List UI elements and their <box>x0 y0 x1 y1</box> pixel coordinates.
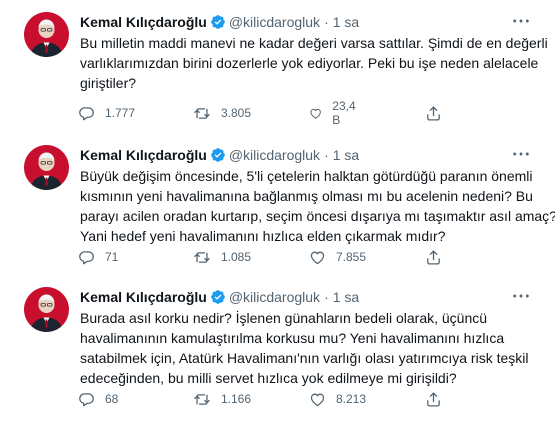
author-handle[interactable]: @kilicdarogluk <box>229 146 320 164</box>
share-icon <box>425 249 442 266</box>
retweet-icon <box>193 105 211 122</box>
tweet-header: Kemal Kılıçdaroğlu @kilicdarogluk · 1 sa <box>80 146 359 164</box>
avatar[interactable] <box>24 287 69 332</box>
tweet-text-line: havalimanının kamulaştırılma korkusu mu?… <box>80 330 505 346</box>
more-icon[interactable] <box>511 145 531 163</box>
retweet-button[interactable]: 1.166 <box>193 389 251 409</box>
tweet-text-line: satabilmek için, Atatürk Havalimanı'nın … <box>80 350 529 366</box>
retweet-button[interactable]: 1.085 <box>193 247 251 267</box>
like-count: 8.213 <box>336 392 367 406</box>
retweet-icon <box>193 391 211 408</box>
tweet-text-line: Yani hedef yeni havalimanını hızlıca eld… <box>80 228 446 244</box>
more-icon[interactable] <box>511 12 531 30</box>
reply-button[interactable]: 1.777 <box>78 103 135 123</box>
separator: · <box>324 14 329 30</box>
tweet-text: Büyük değişim öncesinde, 5'li çetelerin … <box>80 166 555 246</box>
author-name[interactable]: Kemal Kılıçdaroğlu <box>80 146 207 164</box>
reply-icon <box>78 249 95 266</box>
verified-icon <box>210 14 226 30</box>
separator: · <box>324 147 329 163</box>
share-button[interactable] <box>425 247 442 267</box>
avatar[interactable] <box>24 12 69 57</box>
reply-count: 71 <box>105 250 119 264</box>
tweet[interactable]: Kemal Kılıçdaroğlu @kilicdarogluk · 1 sa… <box>0 12 555 132</box>
tweet-text: Burada asıl korku nedir? İşlenen günahla… <box>80 308 535 388</box>
retweet-count: 1.166 <box>221 392 252 406</box>
timestamp[interactable]: 1 sa <box>333 146 359 164</box>
reply-count: 1.777 <box>105 106 136 120</box>
tweet-text-line: giriştiler? <box>80 75 137 91</box>
retweet-count: 1.085 <box>221 250 252 264</box>
tweet-text-line: Burada asıl korku nedir? İşlenen günahla… <box>80 310 488 326</box>
tweet-text-line: Bu milletin maddi manevi ne kadar değeri… <box>80 35 548 51</box>
author-handle[interactable]: @kilicdarogluk <box>229 13 320 31</box>
like-icon <box>309 105 322 122</box>
like-button[interactable]: 7.855 <box>309 247 366 267</box>
like-count: 7.855 <box>336 250 367 264</box>
avatar[interactable] <box>24 145 69 190</box>
timestamp[interactable]: 1 sa <box>333 288 359 306</box>
like-button[interactable]: 23,4 B <box>309 99 359 127</box>
tweet-text-line: edeceğinden, bu milli servet hızlıca yok… <box>80 370 457 386</box>
verified-icon <box>210 147 226 163</box>
reply-button[interactable]: 68 <box>78 389 118 409</box>
reply-count: 68 <box>105 392 119 406</box>
tweet[interactable]: Kemal Kılıçdaroğlu @kilicdarogluk · 1 sa… <box>0 287 555 417</box>
share-button[interactable] <box>425 103 442 123</box>
like-icon <box>309 391 326 408</box>
author-name[interactable]: Kemal Kılıçdaroğlu <box>80 288 207 306</box>
retweet-button[interactable]: 3.805 <box>193 103 251 123</box>
tweet-header: Kemal Kılıçdaroğlu @kilicdarogluk · 1 sa <box>80 288 359 306</box>
tweet-text-line: varlıklarımızdan birini dozerlerle yok e… <box>80 55 539 71</box>
verified-icon <box>210 289 226 305</box>
tweet-text-line: parayı acilen oradan kurtarıp, seçim önc… <box>80 208 555 224</box>
share-button[interactable] <box>425 389 442 409</box>
tweet-header: Kemal Kılıçdaroğlu @kilicdarogluk · 1 sa <box>80 13 359 31</box>
reply-button[interactable]: 71 <box>78 247 118 267</box>
tweet-text-line: Büyük değişim öncesinde, 5'li çetelerin … <box>80 168 533 184</box>
more-icon[interactable] <box>511 287 531 305</box>
share-icon <box>425 105 442 122</box>
timestamp[interactable]: 1 sa <box>333 13 359 31</box>
tweet[interactable]: Kemal Kılıçdaroğlu @kilicdarogluk · 1 sa… <box>0 145 555 270</box>
share-icon <box>425 391 442 408</box>
like-count: 23,4 B <box>332 99 356 127</box>
like-button[interactable]: 8.213 <box>309 389 366 409</box>
reply-icon <box>78 391 95 408</box>
tweet-text-line: kısmının yeni havalimanına bağlanmış olm… <box>80 188 533 204</box>
separator: · <box>324 289 329 305</box>
reply-icon <box>78 105 95 122</box>
tweet-text: Bu milletin maddi manevi ne kadar değeri… <box>80 33 548 93</box>
author-handle[interactable]: @kilicdarogluk <box>229 288 320 306</box>
retweet-icon <box>193 249 211 266</box>
like-icon <box>309 249 326 266</box>
retweet-count: 3.805 <box>221 106 252 120</box>
author-name[interactable]: Kemal Kılıçdaroğlu <box>80 13 207 31</box>
